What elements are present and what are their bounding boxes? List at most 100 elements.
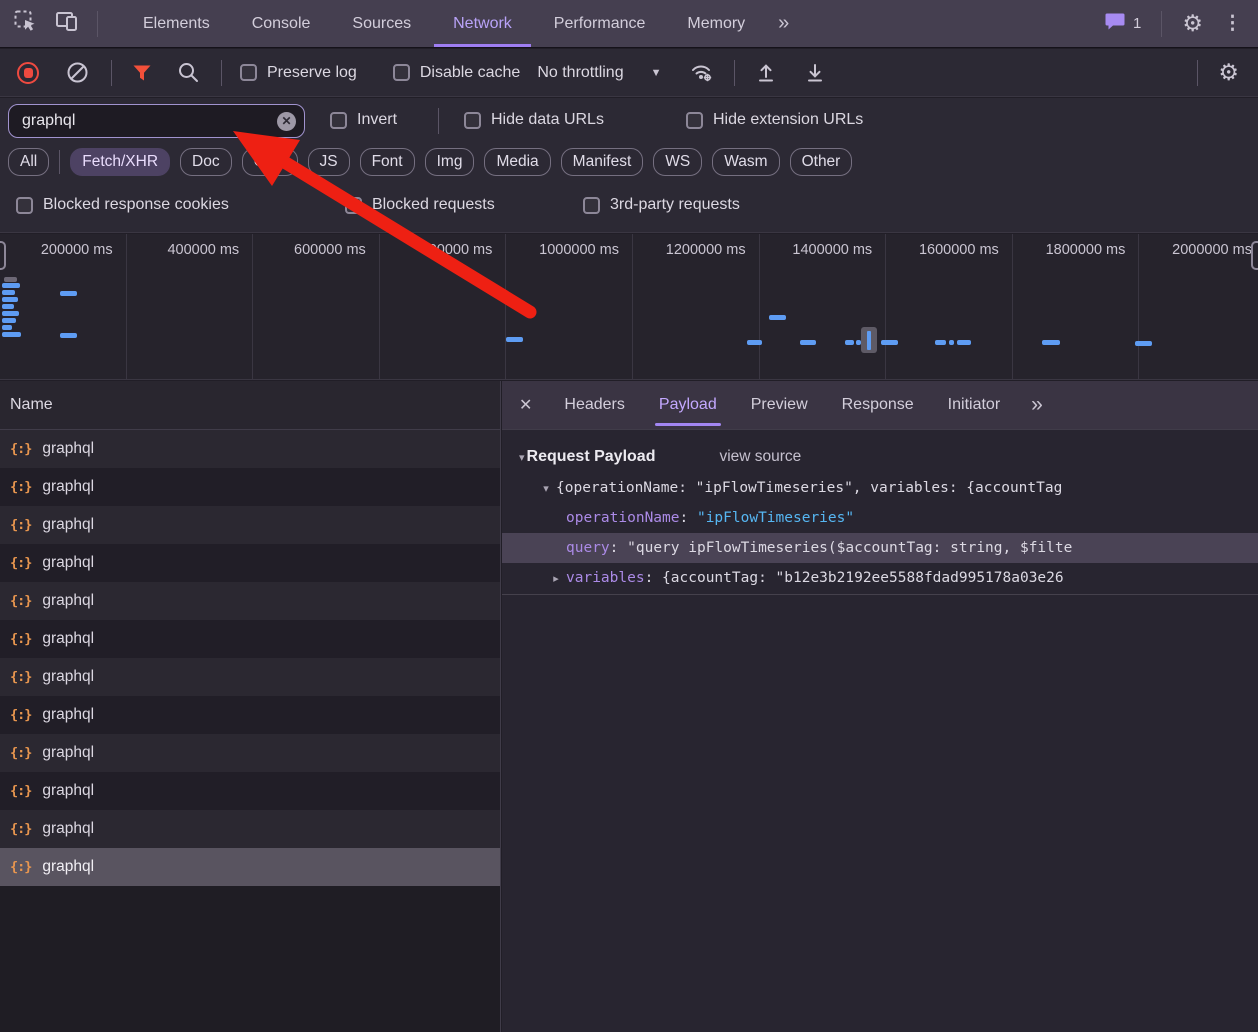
- waterfall-bar: [2, 283, 20, 288]
- waterfall-bar: [881, 340, 898, 345]
- details-tab-initiator[interactable]: Initiator: [931, 381, 1017, 429]
- hide-extension-urls-checkbox[interactable]: [686, 112, 703, 129]
- timeline-left-handle[interactable]: [0, 241, 6, 270]
- toolbar-divider-2: [221, 60, 222, 86]
- request-row[interactable]: {:}graphql: [0, 696, 500, 734]
- settings-gear-icon[interactable]: ⚙: [1182, 12, 1203, 35]
- timeline-tick: 1600000 ms: [886, 234, 1013, 379]
- import-har-icon[interactable]: [755, 62, 777, 83]
- throttling-dropdown[interactable]: No throttling ▼: [537, 64, 661, 82]
- request-row[interactable]: {:}graphql: [0, 430, 500, 468]
- payload-summary-row[interactable]: ▾ {operationName: "ipFlowTimeseries", va…: [502, 473, 1258, 503]
- filter-divider: [438, 108, 439, 134]
- payload-row-operationName[interactable]: operationName: "ipFlowTimeseries": [502, 503, 1258, 533]
- inspect-element-icon[interactable]: [14, 10, 37, 38]
- third-party-requests-checkbox[interactable]: [583, 197, 600, 214]
- chip-fetch-xhr[interactable]: Fetch/XHR: [70, 148, 170, 176]
- network-conditions-icon[interactable]: [690, 62, 714, 83]
- request-row[interactable]: {:}graphql: [0, 734, 500, 772]
- waterfall-bar: [769, 315, 786, 320]
- fetch-json-icon: {:}: [10, 783, 31, 799]
- close-details-button[interactable]: ✕: [502, 395, 547, 415]
- waterfall-bar: [2, 311, 19, 316]
- issues-counter[interactable]: 1: [1105, 12, 1141, 35]
- chip-media[interactable]: Media: [484, 148, 550, 176]
- clear-network-log-button[interactable]: [66, 61, 89, 84]
- details-tab-headers[interactable]: Headers: [547, 381, 641, 429]
- view-source-link[interactable]: view source: [719, 448, 801, 466]
- request-row[interactable]: {:}graphql: [0, 582, 500, 620]
- network-settings-gear-icon[interactable]: ⚙: [1218, 61, 1239, 84]
- disable-cache-checkbox[interactable]: [393, 64, 410, 81]
- payload-row-query[interactable]: query: "query ipFlowTimeseries($accountT…: [502, 533, 1258, 563]
- blocked-requests-checkbox[interactable]: [345, 197, 362, 214]
- tab-console[interactable]: Console: [231, 0, 332, 47]
- tab-network[interactable]: Network: [432, 0, 533, 47]
- preserve-log-checkbox[interactable]: [240, 64, 257, 81]
- expand-icon[interactable]: ▸: [546, 572, 566, 585]
- blocked-response-cookies-checkbox[interactable]: [16, 197, 33, 214]
- chip-manifest[interactable]: Manifest: [561, 148, 644, 176]
- request-row[interactable]: {:}graphql: [0, 772, 500, 810]
- details-tab-response[interactable]: Response: [825, 381, 931, 429]
- more-tabs-button[interactable]: »: [766, 0, 801, 47]
- payload-value: "query ipFlowTimeseries($accountTag: str…: [627, 540, 1072, 556]
- request-row[interactable]: {:}graphql: [0, 810, 500, 848]
- object-expander-icon[interactable]: ▾: [536, 482, 556, 495]
- export-har-icon[interactable]: [804, 62, 826, 83]
- hide-data-urls-checkbox[interactable]: [464, 112, 481, 129]
- throttling-value: No throttling: [537, 64, 623, 82]
- chip-js[interactable]: JS: [308, 148, 350, 176]
- more-detail-tabs-icon[interactable]: »: [1017, 393, 1057, 417]
- filter-input[interactable]: [20, 111, 277, 131]
- details-tab-payload[interactable]: Payload: [642, 381, 734, 429]
- devtools-tabbar: ElementsConsoleSourcesNetworkPerformance…: [0, 0, 1258, 48]
- record-network-log-button[interactable]: [17, 62, 39, 84]
- fetch-json-icon: {:}: [10, 441, 31, 457]
- chip-wasm[interactable]: Wasm: [712, 148, 779, 176]
- request-row[interactable]: {:}graphql: [0, 620, 500, 658]
- clear-filter-button[interactable]: ✕: [277, 112, 296, 131]
- chip-other[interactable]: Other: [790, 148, 853, 176]
- fetch-json-icon: {:}: [10, 555, 31, 571]
- request-row[interactable]: {:}graphql: [0, 506, 500, 544]
- third-party-requests-label: 3rd-party requests: [610, 196, 740, 214]
- name-column-header[interactable]: Name: [0, 381, 500, 430]
- waterfall-bar: [2, 290, 15, 295]
- request-row[interactable]: {:}graphql: [0, 848, 500, 886]
- name-column-label: Name: [10, 396, 53, 414]
- chip-img[interactable]: Img: [425, 148, 475, 176]
- waterfall-bar: [2, 318, 16, 323]
- chip-ws[interactable]: WS: [653, 148, 702, 176]
- request-payload-title: Request Payload: [527, 448, 656, 466]
- filter-input-box: ✕: [8, 104, 305, 138]
- kebab-menu-icon[interactable]: ⋮: [1223, 14, 1242, 33]
- request-row[interactable]: {:}graphql: [0, 658, 500, 696]
- tab-performance[interactable]: Performance: [533, 0, 667, 47]
- chip-css[interactable]: CSS: [242, 148, 298, 176]
- waterfall-bar: [506, 337, 523, 342]
- fetch-json-icon: {:}: [10, 631, 31, 647]
- tab-elements[interactable]: Elements: [122, 0, 231, 47]
- search-icon[interactable]: [178, 62, 199, 83]
- invert-checkbox[interactable]: [330, 112, 347, 129]
- waterfall-bar: [60, 333, 77, 338]
- section-expander-icon[interactable]: ▾: [519, 451, 525, 464]
- payload-row-variables[interactable]: ▸variables: {accountTag: "b12e3b2192ee55…: [502, 563, 1258, 593]
- toolbar-divider-4: [1197, 60, 1198, 86]
- request-row[interactable]: {:}graphql: [0, 544, 500, 582]
- request-name: graphql: [42, 592, 94, 610]
- details-tab-preview[interactable]: Preview: [734, 381, 825, 429]
- device-toolbar-icon[interactable]: [55, 10, 79, 37]
- toolbar-divider-1: [111, 60, 112, 86]
- tab-sources[interactable]: Sources: [331, 0, 432, 47]
- timeline-tick: 1800000 ms: [1013, 234, 1140, 379]
- timeline-right-handle[interactable]: [1251, 241, 1258, 270]
- chip-all[interactable]: All: [8, 148, 49, 176]
- network-overview-timeline[interactable]: 200000 ms400000 ms600000 ms800000 ms1000…: [0, 234, 1258, 380]
- tab-memory[interactable]: Memory: [666, 0, 766, 47]
- chip-font[interactable]: Font: [360, 148, 415, 176]
- filter-funnel-icon[interactable]: [132, 64, 152, 82]
- chip-doc[interactable]: Doc: [180, 148, 232, 176]
- request-row[interactable]: {:}graphql: [0, 468, 500, 506]
